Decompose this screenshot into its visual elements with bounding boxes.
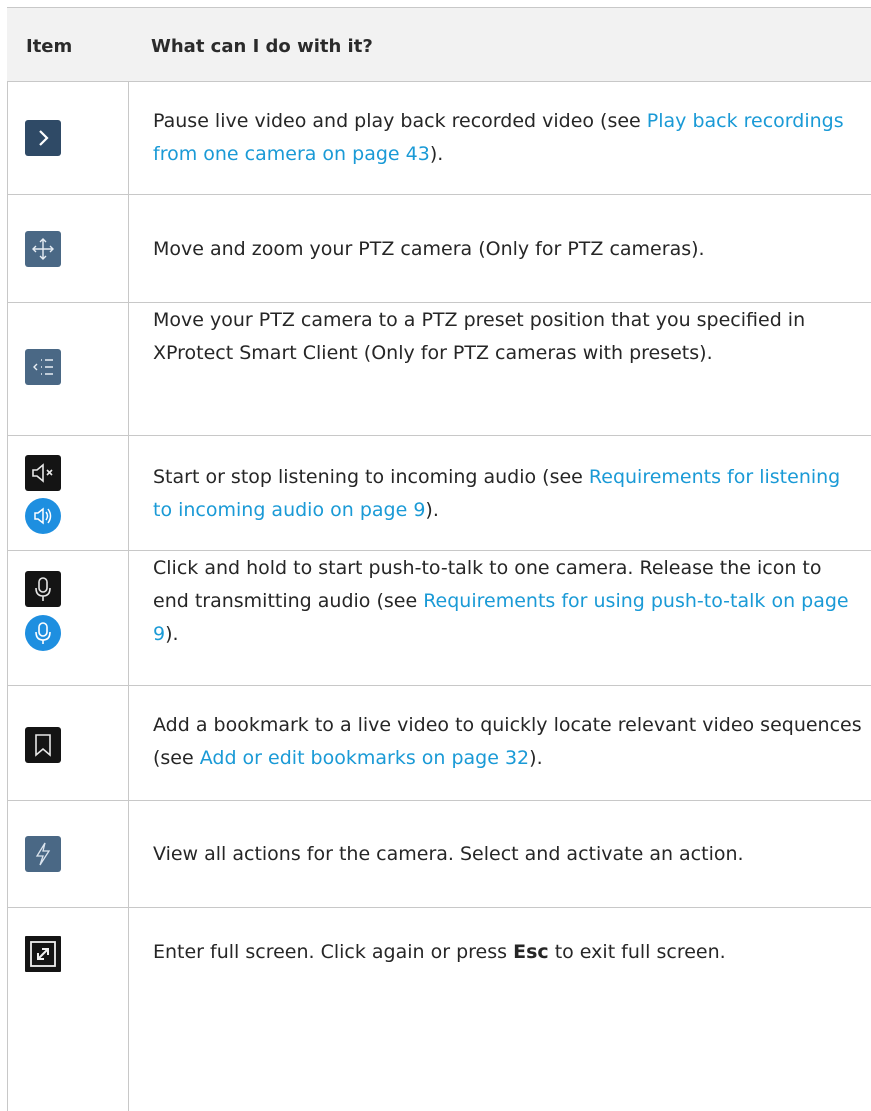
- lightning-actions-icon[interactable]: [25, 836, 61, 872]
- speaker-muted-icon[interactable]: [25, 455, 61, 491]
- microphone-active-icon[interactable]: [25, 615, 61, 651]
- row-description: View all actions for the camera. Select …: [153, 843, 744, 865]
- bookmark-icon[interactable]: [25, 727, 61, 763]
- row-description: Start or stop listening to incoming audi…: [153, 466, 841, 521]
- ptz-move-arrows-icon[interactable]: [25, 231, 61, 267]
- microphone-icon[interactable]: [25, 571, 61, 607]
- table-row: Click and hold to start push-to-talk to …: [7, 551, 871, 686]
- ptz-presets-list-icon[interactable]: [25, 349, 61, 385]
- playback-chevron-icon[interactable]: [25, 120, 61, 156]
- row-description: Enter full screen. Click again or press …: [153, 941, 726, 963]
- link-add-edit-bookmarks[interactable]: Add or edit bookmarks on page 32: [200, 747, 529, 769]
- table-row: Enter full screen. Click again or press …: [7, 908, 871, 1111]
- row-description: Add a bookmark to a live video to quickl…: [153, 714, 862, 769]
- header-what: What can I do with it?: [151, 36, 373, 57]
- table-row: Pause live video and play back recorded …: [7, 82, 871, 195]
- esc-key: Esc: [513, 941, 549, 963]
- row-description: Move your PTZ camera to a PTZ preset pos…: [153, 309, 806, 364]
- row-description: Pause live video and play back recorded …: [153, 110, 844, 165]
- table-row: Move your PTZ camera to a PTZ preset pos…: [7, 303, 871, 436]
- speaker-active-icon[interactable]: [25, 498, 61, 534]
- table-row: Start or stop listening to incoming audi…: [7, 436, 871, 551]
- table-row: View all actions for the camera. Select …: [7, 801, 871, 908]
- table-row: Move and zoom your PTZ camera (Only for …: [7, 195, 871, 303]
- fullscreen-icon[interactable]: [25, 936, 61, 972]
- table-header: Item What can I do with it?: [7, 7, 871, 82]
- row-description: Move and zoom your PTZ camera (Only for …: [153, 238, 705, 260]
- table-row: Add a bookmark to a live video to quickl…: [7, 686, 871, 801]
- header-item: Item: [26, 36, 73, 57]
- row-description: Click and hold to start push-to-talk to …: [153, 557, 849, 645]
